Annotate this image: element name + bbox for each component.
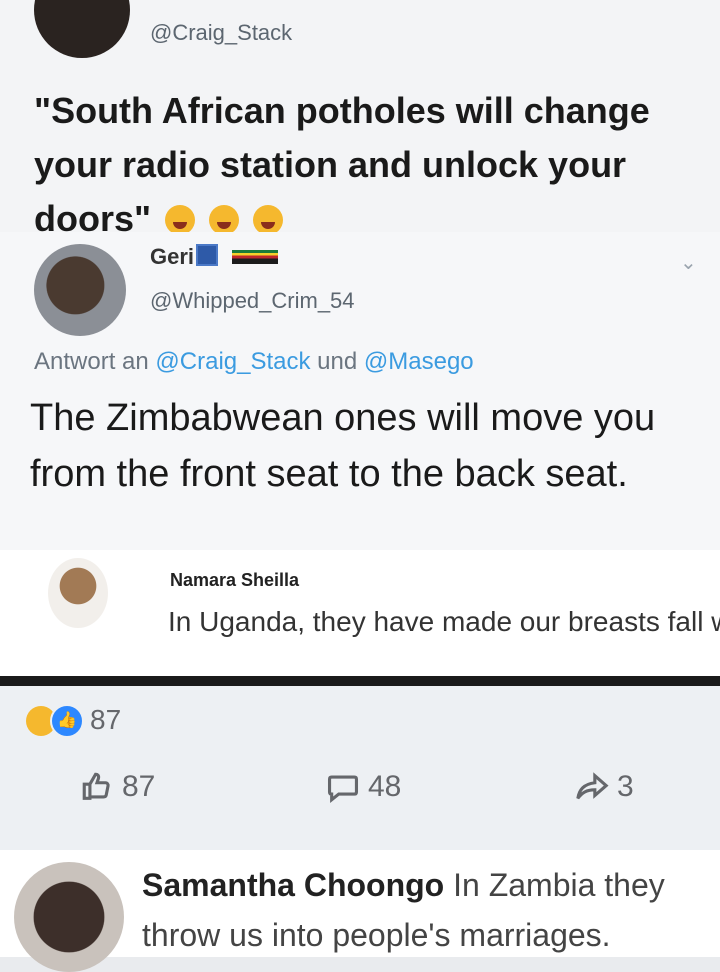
geri-avatar[interactable] <box>34 244 126 336</box>
geri-name-text: Geri <box>150 244 195 269</box>
flag-icon <box>196 244 219 266</box>
like-reaction-icon: 👍 <box>50 704 84 738</box>
tweet-text-body: "South African potholes will change your… <box>34 90 650 239</box>
craig-avatar[interactable] <box>34 0 130 58</box>
samantha-comment: Samantha Choongo In Zambia they throw us… <box>142 860 702 960</box>
mention-masego-link[interactable]: @Masego <box>364 348 474 375</box>
reply-tweet: Geri @Whipped_Crim_54 ⌄ Antwort an @Crai… <box>0 232 720 550</box>
comment-button[interactable]: 48 <box>326 770 401 804</box>
mention-craig-link[interactable]: @Craig_Stack <box>155 348 310 375</box>
geri-handle[interactable]: @Whipped_Crim_54 <box>150 288 355 314</box>
chevron-down-icon[interactable]: ⌄ <box>680 250 697 275</box>
reply-to-joiner: und <box>310 348 364 375</box>
thumbs-up-icon <box>82 772 110 800</box>
namara-name[interactable]: Namara Sheilla <box>170 570 299 591</box>
tweet-text: "South African potholes will change your… <box>34 84 694 246</box>
share-arrow-icon <box>576 772 609 800</box>
speech-bubble-icon <box>327 775 359 803</box>
share-count: 3 <box>617 770 634 803</box>
geri-name[interactable]: Geri <box>150 244 279 270</box>
reaction-count[interactable]: 87 <box>90 704 121 736</box>
screenshot-screen: @Craig_Stack "South African potholes wil… <box>0 0 720 972</box>
reply-to-line: Antwort an @Craig_Stack und @Masego <box>34 348 474 376</box>
samantha-name[interactable]: Samantha Choongo <box>142 867 444 903</box>
namara-avatar[interactable] <box>48 558 108 628</box>
reply-to-prefix: Antwort an <box>34 348 156 375</box>
share-button[interactable]: 3 <box>575 770 634 804</box>
reaction-icons[interactable]: 👍 <box>26 704 84 738</box>
craig-handle[interactable]: @Craig_Stack <box>150 20 292 46</box>
original-tweet: @Craig_Stack "South African potholes wil… <box>0 0 720 239</box>
zimbabwe-flag-icon <box>232 250 279 264</box>
action-bar: 87 48 3 <box>0 752 720 824</box>
namara-comment-text: In Uganda, they have made our breasts fa… <box>168 606 720 637</box>
comment-samantha: Samantha Choongo In Zambia they throw us… <box>0 850 720 972</box>
samantha-avatar[interactable] <box>14 862 124 972</box>
divider <box>0 676 720 686</box>
comment-count: 48 <box>368 770 402 803</box>
zany-emoji-icon <box>253 205 284 235</box>
astonished-emoji-icon <box>209 205 240 235</box>
like-count: 87 <box>122 770 156 803</box>
like-button[interactable]: 87 <box>80 770 155 804</box>
reply-text: The Zimbabwean ones will move you from t… <box>30 397 656 495</box>
laughing-emoji-icon <box>165 205 196 235</box>
comment-namara: Namara Sheilla In Uganda, they have made… <box>0 550 720 678</box>
